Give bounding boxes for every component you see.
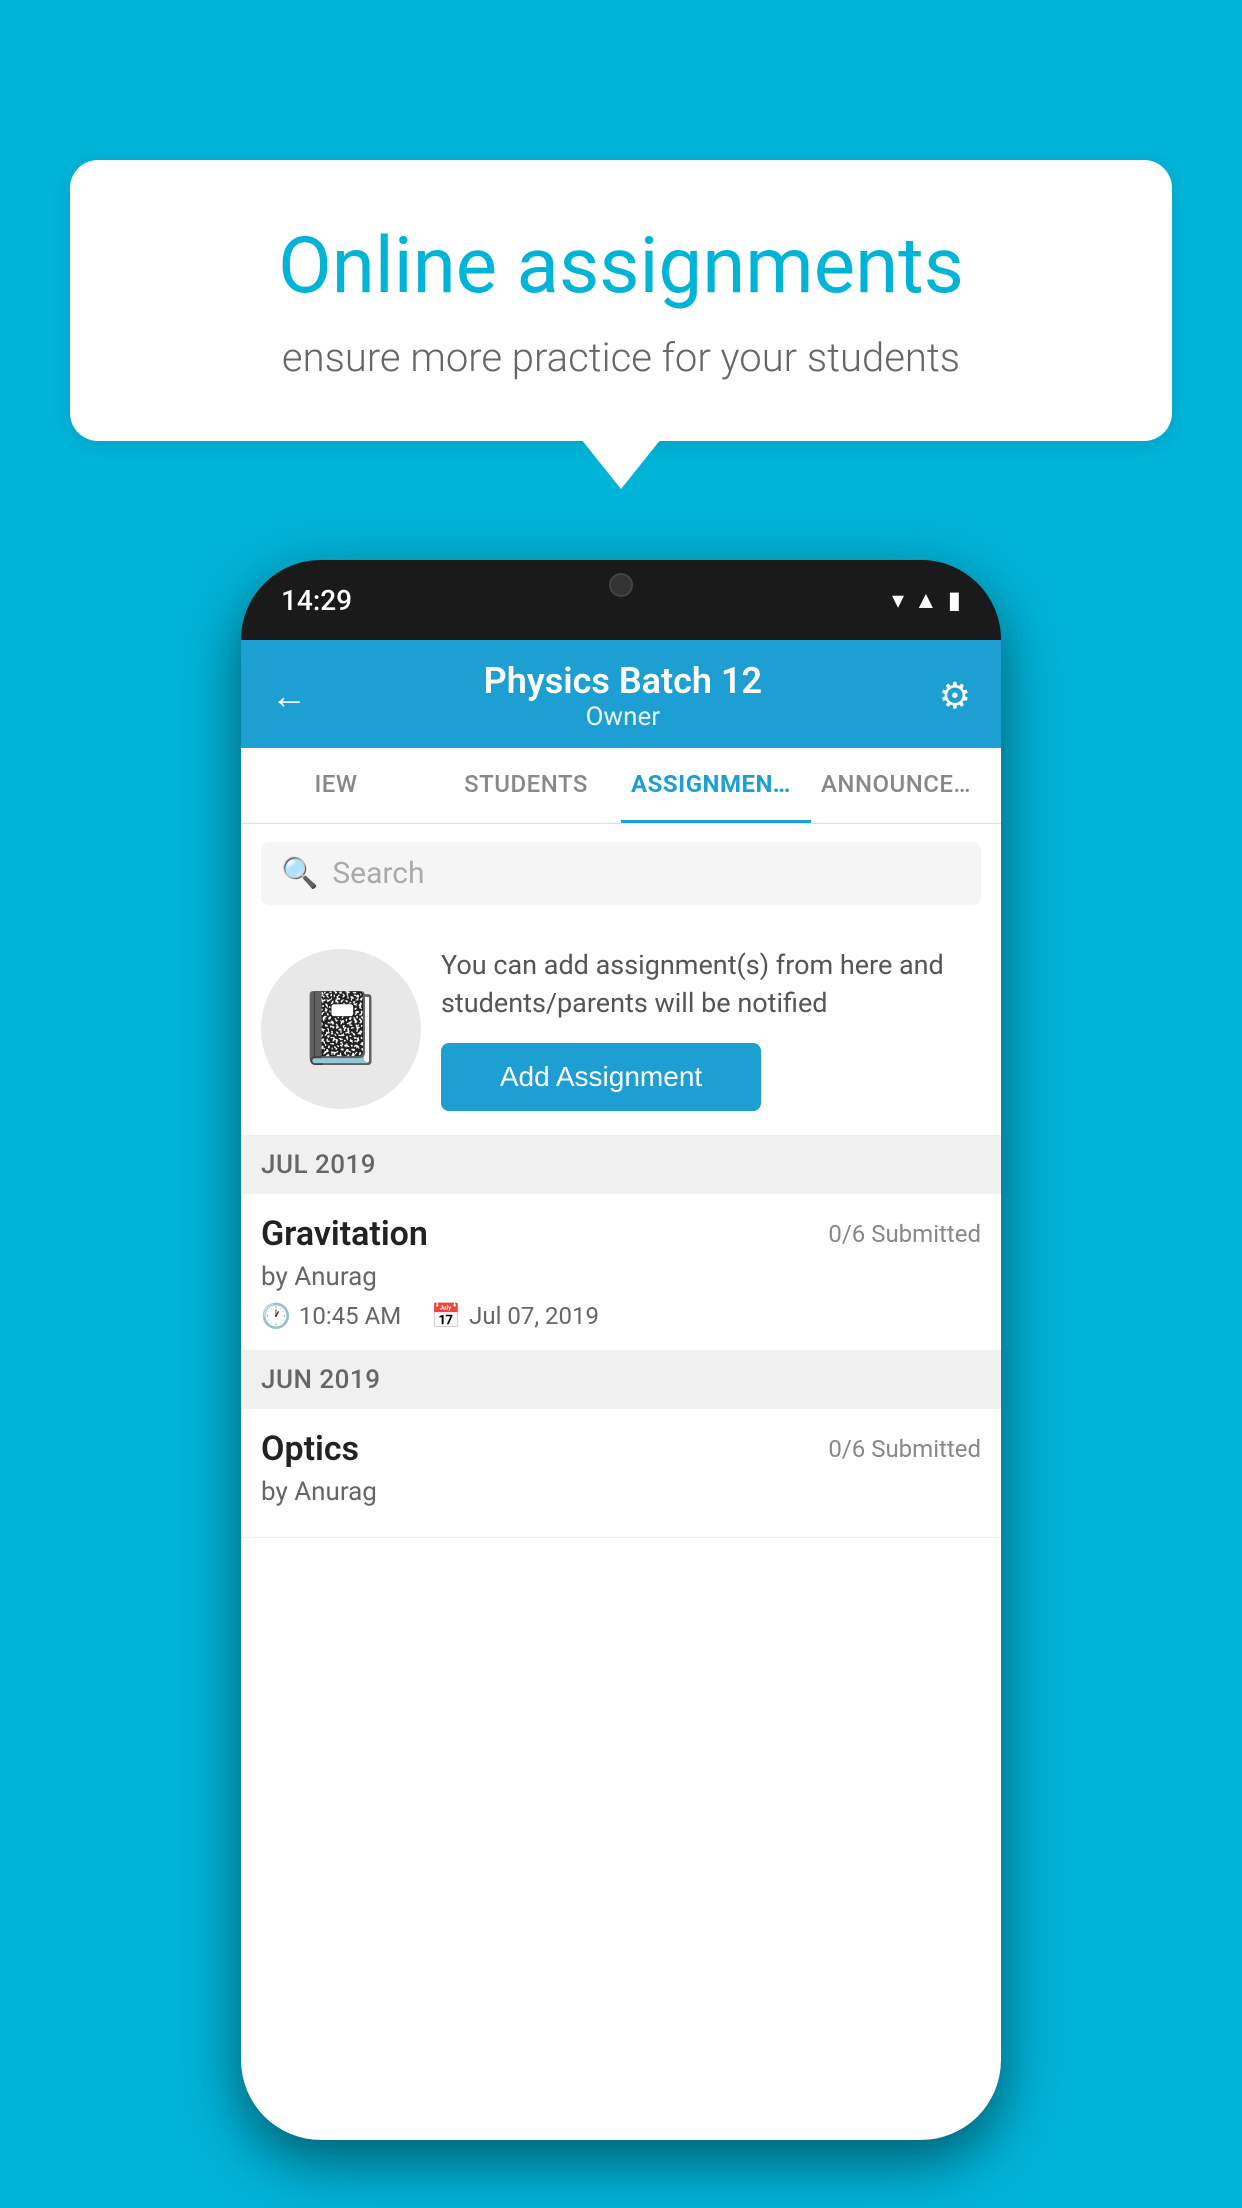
front-camera <box>609 573 633 597</box>
assignment-submitted: 0/6 Submitted <box>828 1220 981 1248</box>
assignment-author-optics: by Anurag <box>261 1477 981 1507</box>
assignment-top-row-optics: Optics 0/6 Submitted <box>261 1429 981 1469</box>
search-input[interactable]: Search <box>332 856 424 891</box>
notebook-icon: 📓 <box>297 988 384 1070</box>
month-header-jun: JUN 2019 <box>241 1351 1001 1409</box>
speech-bubble-subtitle: ensure more practice for your students <box>150 334 1092 381</box>
promo-description: You can add assignment(s) from here and … <box>441 947 981 1023</box>
back-button[interactable]: ← <box>271 675 307 717</box>
promo-card: 📓 You can add assignment(s) from here an… <box>241 923 1001 1136</box>
assignment-top-row: Gravitation 0/6 Submitted <box>261 1214 981 1254</box>
assignment-meta: 🕐 10:45 AM 📅 Jul 07, 2019 <box>261 1302 981 1330</box>
header-title: Physics Batch 12 <box>484 660 762 702</box>
speech-bubble-title: Online assignments <box>150 220 1092 314</box>
signal-icon: ▲ <box>914 586 938 615</box>
tab-announcements[interactable]: ANNOUNCEM… <box>811 748 1001 823</box>
wifi-icon: ▾ <box>892 586 904 614</box>
assignment-name-optics: Optics <box>261 1429 359 1469</box>
status-time: 14:29 <box>281 584 352 617</box>
assignment-submitted-optics: 0/6 Submitted <box>828 1435 981 1463</box>
header-subtitle: Owner <box>484 702 762 732</box>
assignment-item-gravitation[interactable]: Gravitation 0/6 Submitted by Anurag 🕐 10… <box>241 1194 1001 1351</box>
assignment-name: Gravitation <box>261 1214 428 1254</box>
promo-text: You can add assignment(s) from here and … <box>441 947 981 1111</box>
speech-bubble-card: Online assignments ensure more practice … <box>70 160 1172 441</box>
calendar-icon: 📅 <box>431 1302 461 1330</box>
phone-frame: 14:29 ▾ ▲ ▮ ← Physics Batch 12 Owner ⚙ I… <box>241 560 1001 2140</box>
phone-notch <box>541 560 701 610</box>
app-header: ← Physics Batch 12 Owner ⚙ <box>241 640 1001 748</box>
phone-screen: ← Physics Batch 12 Owner ⚙ IEW STUDENTS … <box>241 640 1001 2140</box>
search-bar[interactable]: 🔍 Search <box>261 842 981 905</box>
tab-bar: IEW STUDENTS ASSIGNMENTS ANNOUNCEM… <box>241 748 1001 824</box>
search-container: 🔍 Search <box>241 824 1001 923</box>
tab-iew[interactable]: IEW <box>241 748 431 823</box>
header-center: Physics Batch 12 Owner <box>484 660 762 732</box>
assignment-item-optics[interactable]: Optics 0/6 Submitted by Anurag <box>241 1409 1001 1538</box>
assignment-date: 📅 Jul 07, 2019 <box>431 1302 599 1330</box>
add-assignment-button[interactable]: Add Assignment <box>441 1043 761 1111</box>
settings-button[interactable]: ⚙ <box>939 675 971 717</box>
promo-icon-circle: 📓 <box>261 949 421 1109</box>
clock-icon: 🕐 <box>261 1302 291 1330</box>
status-icons: ▾ ▲ ▮ <box>892 586 961 615</box>
assignment-author: by Anurag <box>261 1262 981 1292</box>
tab-students[interactable]: STUDENTS <box>431 748 621 823</box>
battery-icon: ▮ <box>948 586 961 614</box>
search-icon: 🔍 <box>281 856 318 891</box>
month-header-jul: JUL 2019 <box>241 1136 1001 1194</box>
tab-assignments[interactable]: ASSIGNMENTS <box>621 748 811 823</box>
assignment-time: 🕐 10:45 AM <box>261 1302 401 1330</box>
status-bar: 14:29 ▾ ▲ ▮ <box>241 560 1001 640</box>
